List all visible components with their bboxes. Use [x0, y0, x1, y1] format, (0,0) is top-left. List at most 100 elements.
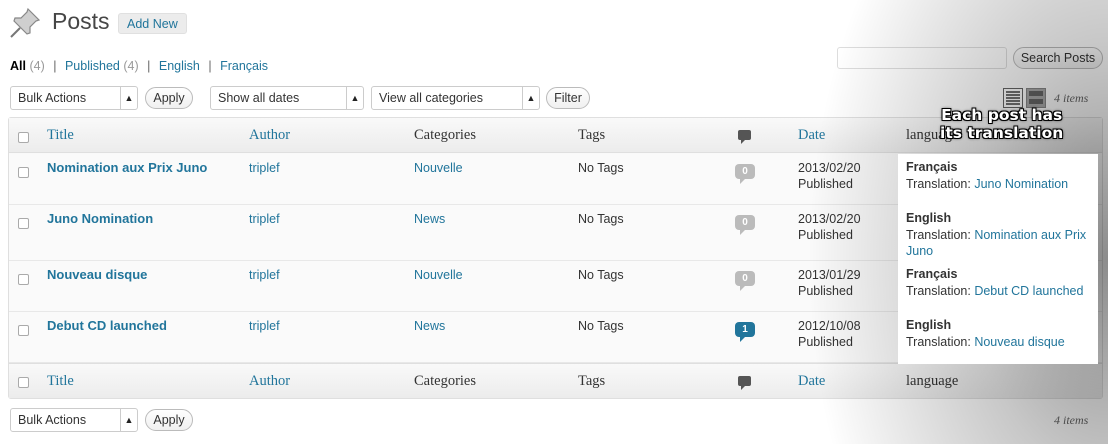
apply-button-bottom[interactable]: Apply [145, 409, 193, 431]
author-link[interactable]: triplef [249, 161, 280, 175]
bulk-actions-select-bottom[interactable]: Bulk Actions ▲ [10, 408, 138, 432]
translation-link[interactable]: Juno Nomination [974, 177, 1068, 191]
translation-prefix: Translation: [906, 284, 971, 298]
translation-info: Translation: Juno Nomination [906, 176, 1096, 192]
row-checkbox[interactable] [18, 325, 29, 336]
column-categories: Categories [414, 373, 477, 389]
language-cell: English Translation: Nouveau disque [898, 312, 1098, 364]
translation-link[interactable]: Debut CD launched [974, 284, 1083, 298]
post-date: 2012/10/08 [798, 319, 861, 333]
category-link[interactable]: News [414, 319, 445, 333]
post-title-link[interactable]: Nouveau disque [47, 267, 147, 282]
separator: | [208, 59, 212, 73]
translation-link[interactable]: Nouveau disque [974, 335, 1064, 349]
tags-value: No Tags [578, 161, 624, 175]
filter-all-link[interactable]: All [10, 59, 26, 73]
post-title-link[interactable]: Juno Nomination [47, 211, 153, 226]
author-link[interactable]: triplef [249, 268, 280, 282]
post-title-link[interactable]: Nomination aux Prix Juno [47, 160, 207, 175]
language-name: English [906, 211, 952, 225]
select-all-checkbox[interactable] [18, 132, 29, 143]
comment-count-bubble[interactable]: 0 [735, 271, 755, 291]
select-arrows-icon: ▲ [120, 87, 137, 109]
column-title[interactable]: Title [47, 373, 74, 390]
row-checkbox[interactable] [18, 274, 29, 285]
published-count: (4) [123, 59, 139, 73]
all-count: (4) [29, 59, 45, 73]
status-filter-links: All (4) | Published (4) | English | Fran… [10, 59, 268, 73]
translation-prefix: Translation: [906, 335, 971, 349]
column-author[interactable]: Author [249, 127, 290, 144]
select-all-checkbox[interactable] [18, 377, 29, 388]
translation-prefix: Translation: [906, 177, 971, 191]
table-footer: Title Author Categories Tags Date langua… [9, 363, 1102, 398]
post-status: Published [798, 284, 853, 298]
add-new-button[interactable]: Add New [118, 13, 187, 34]
categories-value: View all categories [379, 91, 483, 105]
filter-published-link[interactable]: Published [65, 59, 120, 73]
separator: | [53, 59, 57, 73]
post-date: 2013/02/20 [798, 161, 861, 175]
category-link[interactable]: Nouvelle [414, 268, 463, 282]
column-language: language [906, 373, 959, 389]
column-tags: Tags [578, 127, 606, 143]
select-arrows-icon: ▲ [346, 87, 363, 109]
search-posts-button[interactable]: Search Posts [1013, 47, 1103, 69]
callout-line: its translation [940, 124, 1064, 142]
table-header: Title Author Categories Tags Date langua… [9, 118, 1102, 153]
author-link[interactable]: triplef [249, 319, 280, 333]
select-arrows-icon: ▲ [522, 87, 539, 109]
author-link[interactable]: triplef [249, 212, 280, 226]
post-date: 2013/02/20 [798, 212, 861, 226]
comment-count-bubble[interactable]: 0 [735, 215, 755, 235]
filter-francais-link[interactable]: Français [220, 59, 268, 73]
bulk-actions-value: Bulk Actions [18, 91, 87, 105]
category-link[interactable]: Nouvelle [414, 161, 463, 175]
search-input[interactable] [837, 47, 1007, 69]
column-date[interactable]: Date [798, 127, 825, 144]
comment-count-bubble[interactable]: 1 [735, 322, 755, 342]
comment-icon[interactable] [738, 376, 751, 390]
tags-value: No Tags [578, 268, 624, 282]
pushpin-icon [8, 6, 42, 40]
items-count: 4 items [1054, 91, 1089, 105]
categories-select[interactable]: View all categories ▲ [371, 86, 540, 110]
post-title-link[interactable]: Debut CD launched [47, 318, 167, 333]
translation-info: Translation: Debut CD launched [906, 283, 1096, 299]
row-checkbox[interactable] [18, 167, 29, 178]
callout-line: Each post has [941, 106, 1063, 124]
separator: | [147, 59, 151, 73]
list-view-icon[interactable] [1003, 88, 1023, 108]
language-name: English [906, 318, 952, 332]
comment-icon[interactable] [738, 130, 751, 144]
bulk-actions-select[interactable]: Bulk Actions ▲ [10, 86, 138, 110]
category-link[interactable]: News [414, 212, 445, 226]
translation-info: Translation: Nouveau disque [906, 334, 1096, 350]
filter-english-link[interactable]: English [159, 59, 200, 73]
column-author[interactable]: Author [249, 373, 290, 390]
excerpt-view-icon[interactable] [1026, 88, 1046, 108]
column-title[interactable]: Title [47, 127, 74, 144]
comment-count-bubble[interactable]: 0 [735, 164, 755, 184]
dates-value: Show all dates [218, 91, 300, 105]
language-name: Français [906, 267, 958, 281]
post-status: Published [798, 335, 853, 349]
translation-info: Translation: Nomination aux Prix Juno [906, 227, 1096, 259]
column-categories: Categories [414, 127, 477, 143]
tags-value: No Tags [578, 319, 624, 333]
language-cell: English Translation: Nomination aux Prix… [898, 205, 1098, 261]
dates-select[interactable]: Show all dates ▲ [210, 86, 364, 110]
filter-button[interactable]: Filter [546, 87, 590, 109]
column-date[interactable]: Date [798, 373, 825, 390]
language-name: Français [906, 160, 958, 174]
post-date: 2013/01/29 [798, 268, 861, 282]
items-count: 4 items [1054, 413, 1089, 427]
tags-value: No Tags [578, 212, 624, 226]
select-arrows-icon: ▲ [120, 409, 137, 431]
post-status: Published [798, 228, 853, 242]
page-title: Posts [52, 8, 110, 34]
language-cell: Français Translation: Juno Nomination [898, 154, 1098, 205]
apply-button[interactable]: Apply [145, 87, 193, 109]
row-checkbox[interactable] [18, 218, 29, 229]
language-cell: Français Translation: Debut CD launched [898, 261, 1098, 312]
